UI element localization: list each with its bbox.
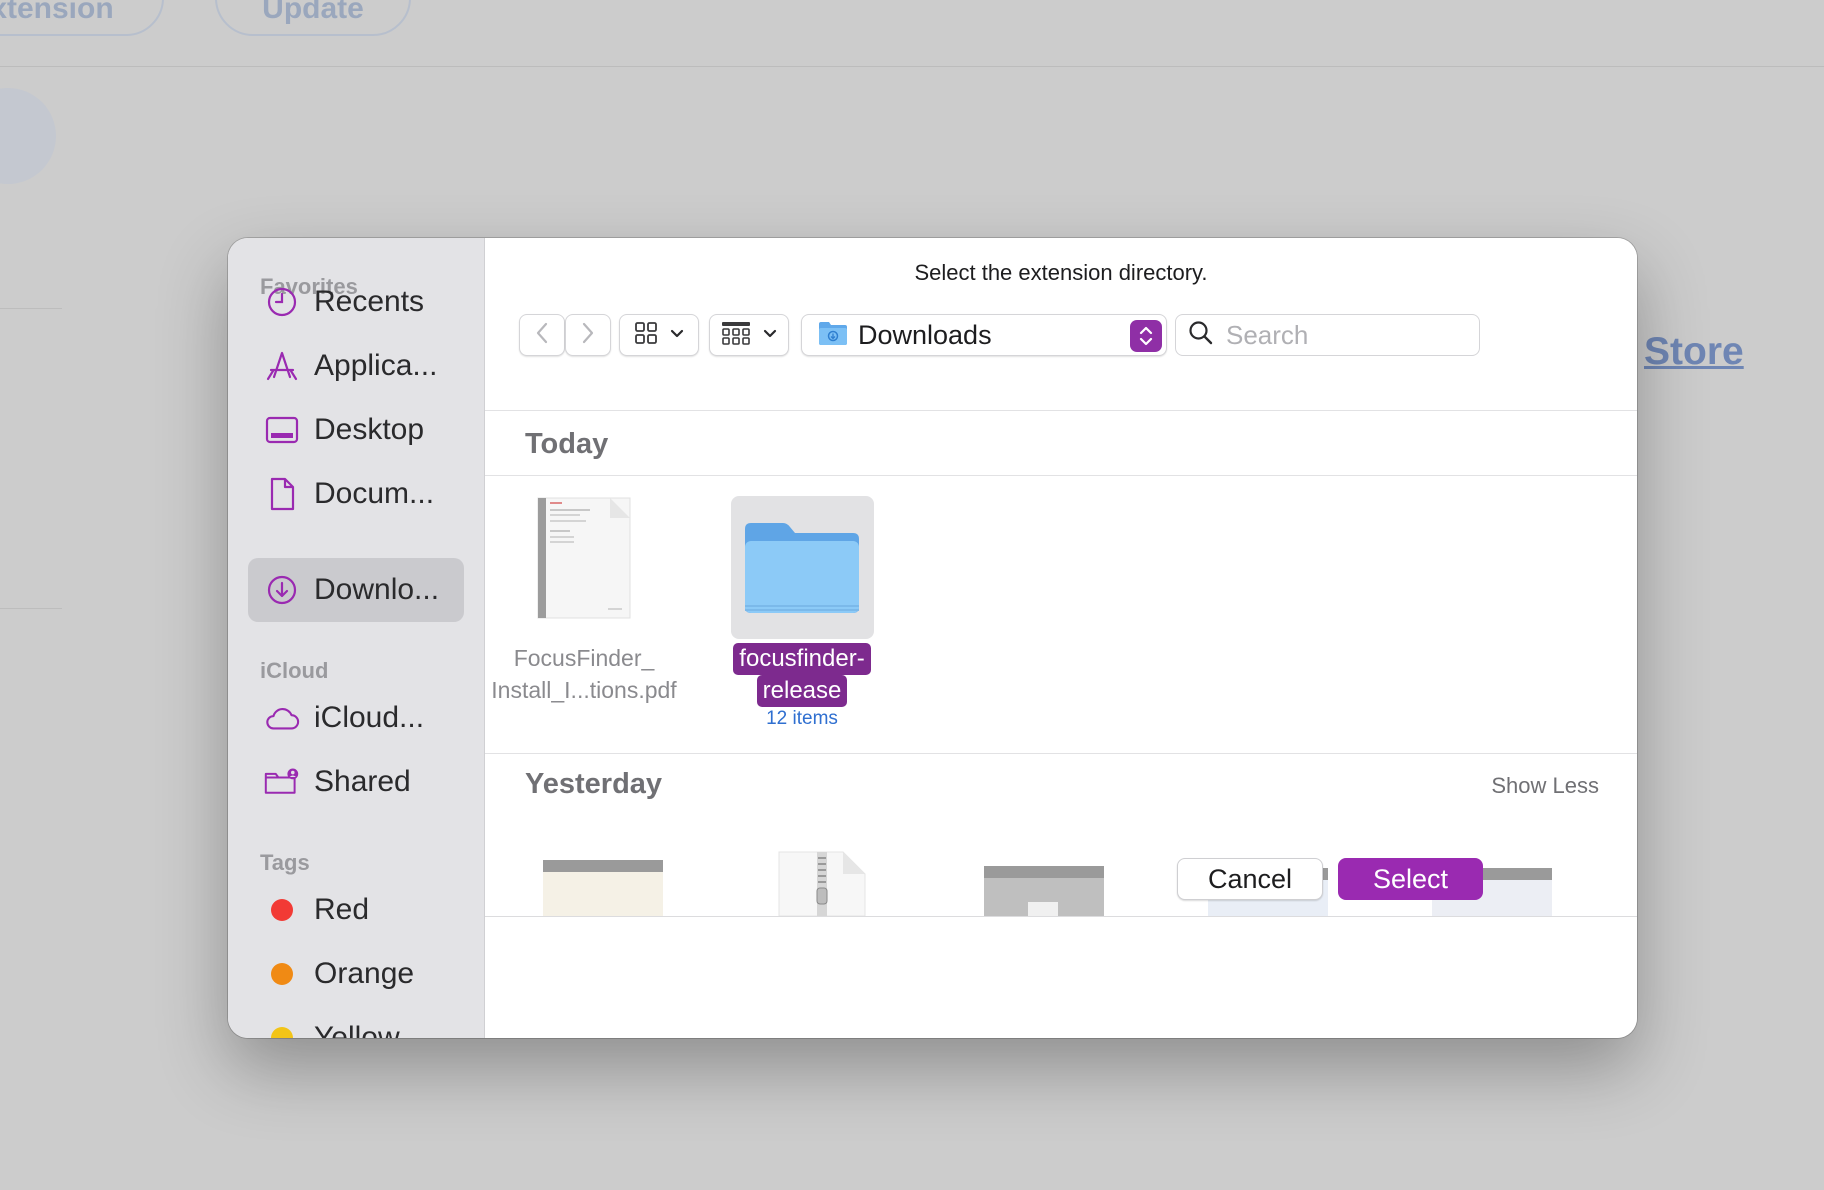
group-by-button[interactable] <box>709 314 789 356</box>
red-tag-icon <box>264 892 300 928</box>
background-extension-button: xtension <box>0 0 164 36</box>
sidebar: Favorites Recents Applica... Desktop Doc… <box>228 238 485 1038</box>
divider <box>485 753 1637 754</box>
sidebar-item-label: Recents <box>314 285 425 318</box>
file-item-pdf[interactable]: FocusFinder_ Install_I...tions.pdf <box>491 496 677 706</box>
background-divider <box>0 608 62 609</box>
file-thumbnail[interactable] <box>543 860 663 916</box>
location-label: Downloads <box>858 319 992 350</box>
document-icon <box>264 476 300 512</box>
sidebar-item-documents[interactable]: Docum... <box>248 462 464 526</box>
sidebar-item-label: Yellow <box>314 1021 400 1038</box>
folder-name: release <box>756 675 848 707</box>
sidebar-tag-red[interactable]: Red <box>248 878 464 942</box>
sidebar-item-label: Docum... <box>314 477 435 510</box>
open-panel-dialog: Favorites Recents Applica... Desktop Doc… <box>228 238 1637 1038</box>
folder-name: focusfinder- <box>733 643 871 675</box>
clock-icon <box>264 284 300 320</box>
browser-area: Select the extension directory. Download… <box>485 238 1637 1038</box>
background-divider <box>0 308 62 309</box>
background-store-link: Store <box>1644 330 1744 373</box>
desktop-icon <box>264 412 300 448</box>
sidebar-item-label: Orange <box>314 957 415 990</box>
group-header-yesterday: Yesterday <box>525 768 663 800</box>
applications-icon <box>264 348 300 384</box>
cancel-button[interactable]: Cancel <box>1177 858 1323 900</box>
download-icon <box>264 572 300 608</box>
sidebar-item-recents[interactable]: Recents <box>248 270 464 334</box>
group-header-today: Today <box>525 428 609 460</box>
file-name: Install_I...tions.pdf <box>491 677 677 703</box>
show-less-button[interactable]: Show Less <box>1491 773 1599 799</box>
folder-icon <box>730 496 874 639</box>
cloud-icon <box>264 700 300 736</box>
search-icon <box>1188 320 1214 351</box>
downloads-folder-icon <box>818 320 848 351</box>
icon-grid-icon <box>634 321 658 350</box>
sidebar-tag-yellow[interactable]: Yellow <box>248 1006 464 1038</box>
chevron-right-icon <box>581 321 595 350</box>
sidebar-item-label: Shared <box>314 765 411 798</box>
chevron-down-icon <box>763 326 777 344</box>
pdf-thumbnail-icon <box>536 496 632 620</box>
file-name: FocusFinder_ <box>513 645 655 671</box>
sidebar-item-desktop[interactable]: Desktop <box>248 398 464 462</box>
sidebar-item-label: iCloud... <box>314 701 425 734</box>
chevron-left-icon <box>535 321 549 350</box>
chevron-down-icon <box>670 326 684 344</box>
select-button[interactable]: Select <box>1338 858 1483 900</box>
background-update-button: Update <box>215 0 411 36</box>
divider <box>485 916 1637 917</box>
search-field[interactable] <box>1175 314 1480 356</box>
sidebar-item-label: Red <box>314 893 370 926</box>
sidebar-section-icloud: iCloud <box>260 658 329 683</box>
sidebar-item-label: Desktop <box>314 413 425 446</box>
yellow-tag-icon <box>264 1020 300 1038</box>
background-avatar <box>0 88 56 184</box>
zip-archive-icon[interactable] <box>777 850 867 917</box>
screenshot-thumbnail[interactable] <box>984 866 1104 916</box>
location-popup[interactable]: Downloads <box>801 314 1167 356</box>
sidebar-section-tags: Tags <box>260 850 310 875</box>
search-input[interactable] <box>1226 319 1466 351</box>
sidebar-tag-orange[interactable]: Orange <box>248 942 464 1006</box>
sidebar-item-shared[interactable]: Shared <box>248 750 464 814</box>
group-grid-icon <box>721 321 751 350</box>
divider <box>485 475 1637 476</box>
sidebar-item-applications[interactable]: Applica... <box>248 334 464 398</box>
forward-button[interactable] <box>565 314 611 356</box>
dialog-prompt: Select the extension directory. <box>914 260 1208 285</box>
sidebar-item-label: Downlo... <box>314 573 440 606</box>
view-mode-button[interactable] <box>619 314 699 356</box>
sidebar-item-icloud-drive[interactable]: iCloud... <box>248 686 464 750</box>
folder-item-release[interactable]: focusfinder- release 12 items <box>707 496 897 730</box>
background-divider <box>0 66 1824 67</box>
sidebar-item-label: Applica... <box>314 349 438 382</box>
divider <box>485 410 1637 411</box>
shared-folder-icon <box>264 764 300 800</box>
updown-chevron-icon <box>1130 320 1162 352</box>
back-button[interactable] <box>519 314 565 356</box>
sidebar-item-downloads[interactable]: Downlo... <box>248 558 464 622</box>
folder-item-count: 12 items <box>766 708 838 729</box>
orange-tag-icon <box>264 956 300 992</box>
